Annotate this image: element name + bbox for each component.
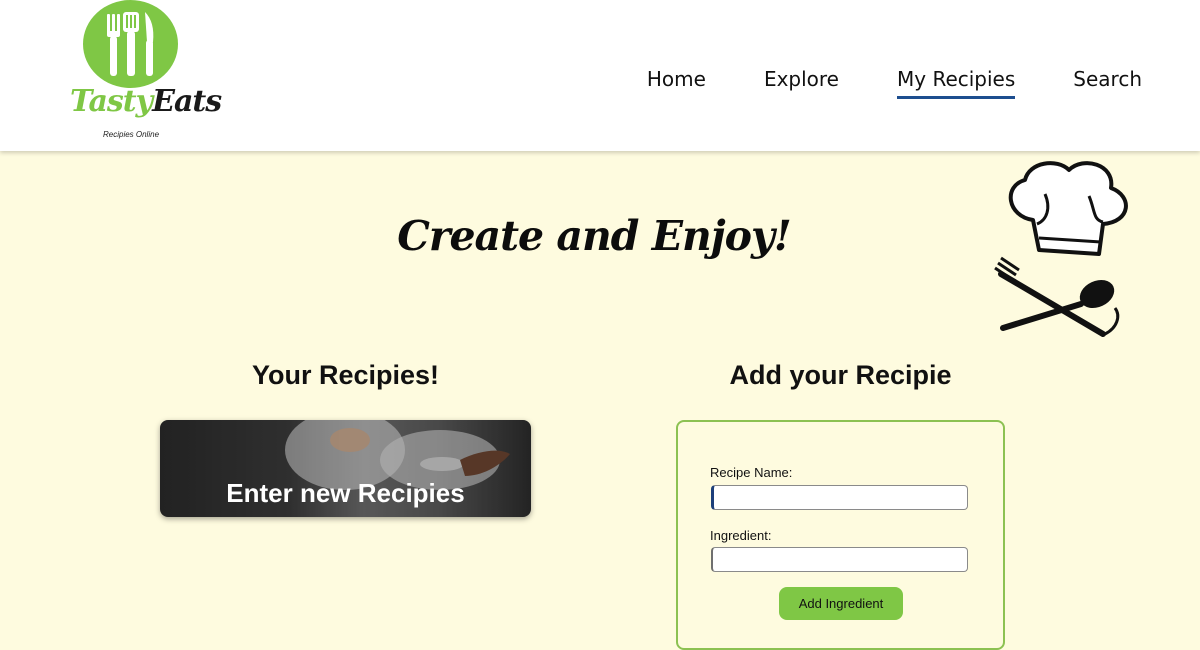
recipe-name-input[interactable]: [711, 485, 968, 510]
ingredient-input[interactable]: [711, 547, 968, 572]
enter-new-recipies-label: Enter new Recipies: [226, 478, 465, 508]
brand-wordmark: TastyEats: [70, 84, 222, 119]
add-recipie-heading: Add your Recipie: [729, 360, 952, 390]
brand-logo[interactable]: TastyEats Recipies Online: [68, 0, 222, 145]
add-ingredient-button[interactable]: Add Ingredient: [779, 587, 903, 620]
add-recipe-form: Recipe Name: Ingredient: Add Ingredient: [676, 420, 1005, 650]
nav-search[interactable]: Search: [1073, 62, 1142, 99]
enter-new-recipies-card[interactable]: Enter new Recipies: [160, 420, 531, 517]
ingredient-label: Ingredient:: [710, 528, 772, 543]
cutlery-logo-icon: [83, 0, 178, 88]
brand-tagline: Recipies Online: [102, 130, 160, 139]
nav-explore[interactable]: Explore: [764, 62, 839, 99]
nav-my-recipies[interactable]: My Recipies: [897, 62, 1016, 99]
recipe-name-label: Recipe Name:: [710, 465, 793, 480]
site-header: TastyEats Recipies Online Home Explore M…: [0, 0, 1200, 151]
main-nav: Home Explore My Recipies Search: [647, 62, 1142, 99]
nav-home[interactable]: Home: [647, 62, 706, 99]
your-recipies-heading: Your Recipies!: [251, 360, 440, 390]
chef-hat-fork-spoon-icon: [985, 158, 1145, 350]
